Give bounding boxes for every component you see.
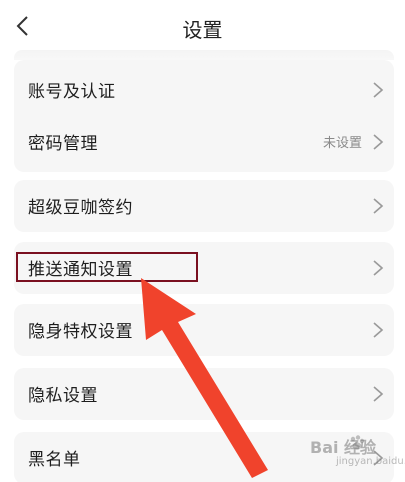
settings-item-label: 黑名单 bbox=[28, 450, 81, 470]
settings-item-privacy[interactable]: 隐私设置 bbox=[14, 368, 394, 420]
settings-card-contract: 超级豆咖签约 bbox=[14, 180, 394, 232]
chevron-right-icon bbox=[373, 450, 384, 466]
password-status: 未设置 bbox=[322, 136, 362, 151]
settings-item-account[interactable]: 账号及认证 bbox=[14, 64, 394, 116]
settings-card-blacklist: 黑名单 bbox=[14, 432, 394, 482]
chevron-right-icon bbox=[373, 386, 384, 402]
settings-item-label: 隐身特权设置 bbox=[28, 322, 133, 342]
chevron-right-icon bbox=[373, 134, 384, 150]
settings-item-push-notifications[interactable]: 推送通知设置 bbox=[14, 242, 394, 294]
settings-item-label: 密码管理 bbox=[28, 134, 98, 154]
settings-screen: 设置 账号及认证 密码管理 未设置 超级豆咖签约 推送通知设置 隐身特权设置 隐… bbox=[0, 0, 405, 482]
settings-card-account: 账号及认证 密码管理 未设置 bbox=[14, 60, 394, 172]
divider bbox=[14, 50, 394, 60]
settings-item-label: 超级豆咖签约 bbox=[28, 198, 133, 218]
settings-item-blacklist[interactable]: 黑名单 bbox=[14, 432, 394, 482]
settings-item-stealth-privilege[interactable]: 隐身特权设置 bbox=[14, 304, 394, 356]
page-title: 设置 bbox=[182, 18, 223, 42]
nav-bar: 设置 bbox=[0, 0, 405, 56]
back-button[interactable] bbox=[6, 10, 38, 42]
settings-card-push: 推送通知设置 bbox=[14, 242, 394, 294]
settings-card-stealth: 隐身特权设置 bbox=[14, 304, 394, 356]
settings-card-privacy: 隐私设置 bbox=[14, 368, 394, 420]
chevron-left-icon bbox=[16, 16, 28, 36]
settings-item-password[interactable]: 密码管理 未设置 bbox=[14, 116, 394, 168]
settings-item-label: 账号及认证 bbox=[28, 82, 116, 102]
settings-item-label: 隐私设置 bbox=[28, 386, 98, 406]
settings-item-label: 推送通知设置 bbox=[28, 260, 133, 280]
chevron-right-icon bbox=[373, 82, 384, 98]
chevron-right-icon bbox=[373, 260, 384, 276]
settings-item-contract[interactable]: 超级豆咖签约 bbox=[14, 180, 394, 232]
chevron-right-icon bbox=[373, 198, 384, 214]
chevron-right-icon bbox=[373, 322, 384, 338]
